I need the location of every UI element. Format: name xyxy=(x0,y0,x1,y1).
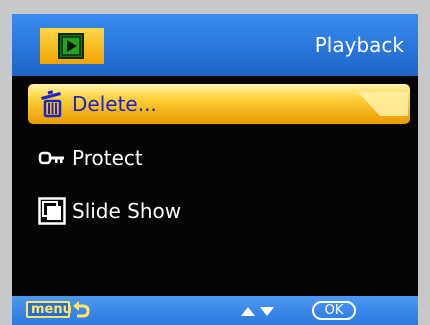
footer-bar: menu OK xyxy=(12,296,418,325)
menu-button-label: menu xyxy=(31,302,72,317)
trash-icon xyxy=(41,90,62,118)
menu-item-label: Protect xyxy=(72,146,143,170)
ok-button[interactable]: OK xyxy=(312,301,356,320)
ok-button-label: OK xyxy=(324,303,344,318)
menu-item-slide-show[interactable]: Slide Show xyxy=(28,191,410,231)
menu-item-protect[interactable]: Protect xyxy=(28,138,410,178)
page-title: Playback xyxy=(314,33,404,57)
return-arrow-icon xyxy=(73,301,90,318)
play-mode-icon xyxy=(58,33,84,59)
menu-button[interactable]: menu xyxy=(26,301,72,318)
mode-tile[interactable] xyxy=(40,28,104,64)
menu-item-label: Slide Show xyxy=(72,199,182,223)
up-down-arrows-icon xyxy=(241,307,274,316)
camera-screen: Playback Delete... Protect Slide Show me… xyxy=(12,14,418,325)
key-icon xyxy=(38,151,64,165)
menu-item-label: Delete... xyxy=(72,92,157,116)
menu-item-delete[interactable]: Delete... xyxy=(28,84,410,124)
header-bar: Playback xyxy=(12,14,418,76)
slideshow-icon xyxy=(38,197,66,225)
